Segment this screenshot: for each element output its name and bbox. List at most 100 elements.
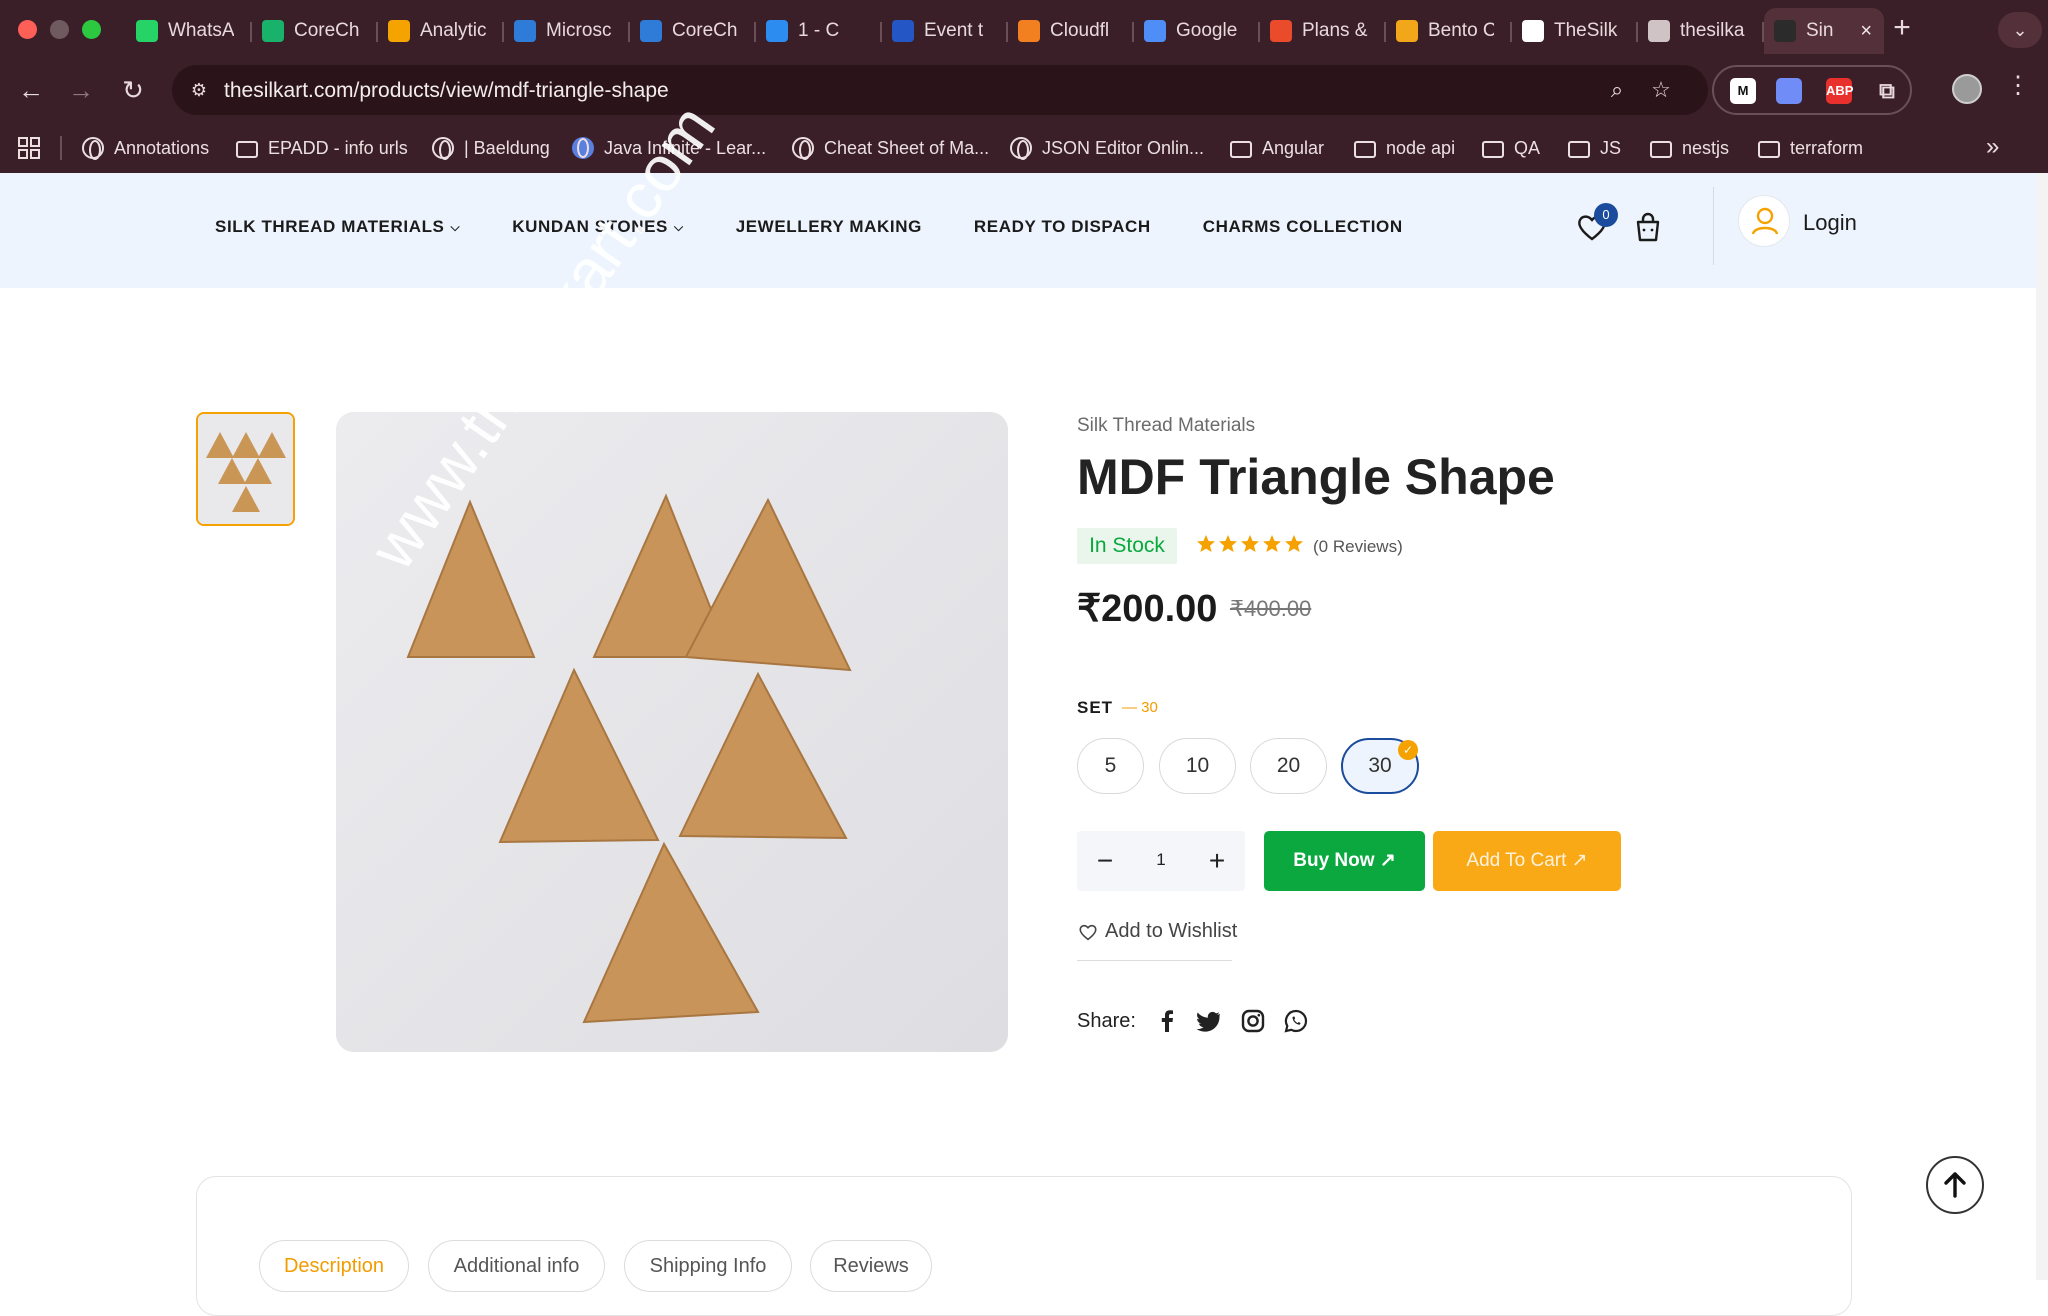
browser-tab[interactable]: 1 - C (756, 8, 882, 54)
bookmarks-separator (60, 136, 62, 160)
browser-tab[interactable]: Bento C (1386, 8, 1512, 54)
minimize-window-button[interactable] (50, 20, 69, 39)
browser-tab[interactable]: Analytic (378, 8, 504, 54)
nav-item[interactable]: JEWELLERY MAKING (736, 217, 922, 237)
bookmark-item[interactable]: Annotations (82, 135, 209, 161)
medium-icon[interactable]: M (1730, 78, 1756, 104)
browser-toolbar: ← → ↻ ⚙ thesilkart.com/products/view/mdf… (0, 57, 2048, 123)
twitter-icon[interactable] (1196, 1008, 1222, 1034)
arrow-left-icon: ← (18, 75, 44, 105)
selected-check-icon: ✓ (1398, 740, 1418, 760)
browser-tab-label: 1 - C (798, 20, 840, 41)
scroll-to-top-button[interactable] (1926, 1156, 1984, 1214)
instagram-icon[interactable] (1240, 1008, 1266, 1034)
globe-icon (82, 137, 104, 160)
tab-reviews[interactable]: Reviews (810, 1240, 932, 1292)
globe-icon (792, 137, 814, 160)
facebook-icon[interactable] (1154, 1008, 1180, 1034)
tab-additional-info[interactable]: Additional info (428, 1240, 605, 1292)
bookmark-item[interactable]: terraform (1758, 135, 1863, 161)
set-option-5[interactable]: 5 (1077, 738, 1144, 794)
bookmark-item[interactable]: | Baeldung (432, 135, 550, 161)
zoom-window-button[interactable] (82, 20, 101, 39)
new-tab-button[interactable]: + (1888, 10, 1916, 46)
folder-icon (1230, 141, 1252, 158)
browser-tab[interactable]: WhatsA (126, 8, 252, 54)
bookmark-item[interactable]: EPADD - info urls (236, 135, 408, 161)
bookmark-star-icon[interactable]: ☆ (1648, 77, 1674, 103)
bookmark-item[interactable]: Cheat Sheet of Ma... (792, 135, 989, 161)
folder-icon (236, 141, 258, 158)
whatsapp-icon[interactable] (1283, 1008, 1309, 1034)
browser-menu-icon[interactable]: ⋮ (2006, 71, 2030, 100)
login-avatar[interactable] (1738, 195, 1790, 247)
buy-now-button[interactable]: Buy Now ↗ (1264, 831, 1425, 891)
address-bar[interactable]: ⚙ thesilkart.com/products/view/mdf-trian… (172, 65, 1708, 115)
arrow-right-icon: → (68, 75, 94, 105)
bookmark-label: Annotations (114, 137, 210, 158)
forward-button[interactable]: → (64, 73, 98, 107)
set-option-10[interactable]: 10 (1159, 738, 1236, 794)
adblock-icon[interactable]: ABP (1826, 78, 1853, 104)
reload-button[interactable]: ↻ (116, 73, 150, 107)
share-label: Share: (1077, 1010, 1136, 1032)
nav-item[interactable]: CHARMS COLLECTION (1203, 217, 1403, 237)
bookmark-item[interactable]: QA (1482, 135, 1540, 161)
reviews-count[interactable]: (0 Reviews) (1313, 537, 1403, 557)
quantity-decrease-button[interactable]: − (1085, 841, 1125, 881)
tab-description[interactable]: Description (259, 1240, 409, 1292)
star-icon (1285, 535, 1303, 552)
site-info-icon[interactable]: ⚙ (186, 77, 212, 103)
nav-item[interactable]: SILK THREAD MATERIALS ⌵ (215, 217, 460, 237)
browser-tab[interactable]: Microsc (504, 8, 630, 54)
browser-tab[interactable]: Google (1134, 8, 1260, 54)
nav-item[interactable]: READY TO DISPACH (974, 217, 1151, 237)
bookmark-item[interactable]: JS (1568, 135, 1621, 161)
browser-tab[interactable]: TheSilk (1512, 8, 1638, 54)
bookmark-item[interactable]: node api (1354, 135, 1455, 161)
quantity-increase-button[interactable]: + (1197, 841, 1237, 881)
bookmark-item[interactable]: Angular (1230, 135, 1324, 161)
product-thumbnail[interactable] (196, 412, 295, 526)
browser-tab[interactable]: CoreCh (252, 8, 378, 54)
folder-icon (1758, 141, 1780, 158)
add-to-wishlist-link[interactable]: Add to Wishlist (1077, 920, 1237, 943)
url-text[interactable]: thesilkart.com/products/view/mdf-triangl… (224, 79, 669, 103)
tab-search-button[interactable]: ⌄ (1998, 12, 2042, 48)
browser-tab[interactable]: Event t (882, 8, 1008, 54)
more-bookmarks-icon[interactable]: » (1986, 133, 1999, 161)
browser-tab[interactable]: Cloudfl (1008, 8, 1134, 54)
puzzle-icon[interactable]: ⧉ (1874, 78, 1900, 104)
add-to-cart-button[interactable]: Add To Cart ↗ (1433, 831, 1621, 891)
apps-grid-icon[interactable] (18, 137, 40, 159)
login-link[interactable]: Login (1803, 210, 1857, 236)
meet-icon[interactable] (1776, 78, 1802, 104)
zoom-icon[interactable]: ⌕ (1604, 77, 1630, 103)
quantity-value[interactable]: 1 (1141, 850, 1181, 870)
close-window-button[interactable] (18, 20, 37, 39)
bookmark-item[interactable]: JSON Editor Onlin... (1010, 135, 1204, 161)
bookmark-item[interactable]: nestjs (1650, 135, 1729, 161)
browser-tab[interactable]: Sin × (1764, 8, 1884, 54)
arrow-up-right-icon: ↗ (1379, 850, 1396, 871)
browser-tab-label: Cloudfl (1050, 20, 1110, 41)
browser-tab-label: Google (1176, 20, 1238, 41)
shopping-bag-icon[interactable] (1630, 209, 1666, 245)
close-tab-icon[interactable]: × (1860, 20, 1872, 43)
browser-tab-label: CoreCh (672, 20, 738, 41)
set-option-20[interactable]: 20 (1250, 738, 1327, 794)
profile-avatar[interactable] (1952, 74, 1982, 104)
browser-tab[interactable]: thesilka (1638, 8, 1764, 54)
globe-icon (1010, 137, 1032, 160)
browser-tab[interactable]: Plans & (1260, 8, 1386, 54)
arrow-up-icon (1944, 1172, 1966, 1198)
star-icon (1241, 535, 1259, 552)
tab-shipping-info[interactable]: Shipping Info (624, 1240, 792, 1292)
page-scrollbar[interactable] (2036, 173, 2048, 1280)
product-category[interactable]: Silk Thread Materials (1077, 415, 1255, 437)
back-button[interactable]: ← (14, 73, 48, 107)
browser-tabs: WhatsA CoreCh Analytic Microsc CoreCh 1 - C Ev… (126, 8, 1884, 54)
browser-tab-label: thesilka (1680, 20, 1745, 41)
browser-tab[interactable]: CoreCh (630, 8, 756, 54)
buy-now-label: Buy Now (1293, 850, 1375, 871)
